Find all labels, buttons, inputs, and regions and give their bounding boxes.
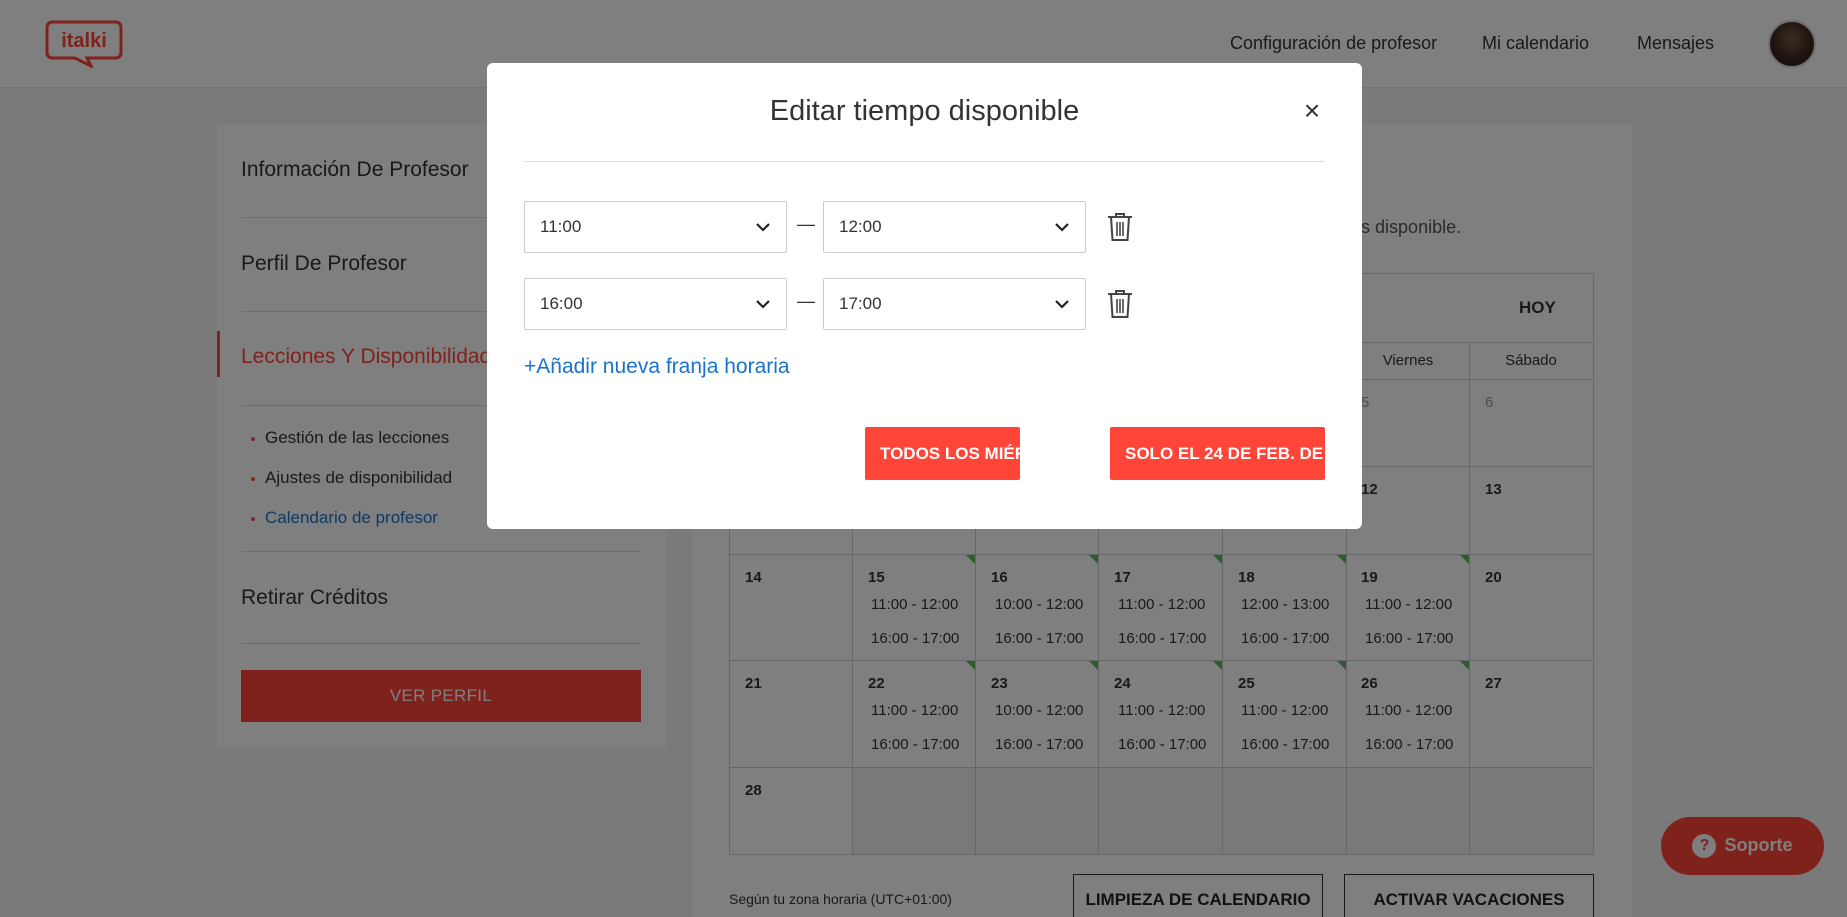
trash-icon[interactable]	[1106, 212, 1134, 242]
trash-icon[interactable]	[1106, 289, 1134, 319]
chevron-down-icon	[756, 223, 770, 232]
end-time-select[interactable]: 12:00	[823, 201, 1086, 253]
apply-only-date-button[interactable]: SOLO EL 24 DE FEB. DE	[1110, 427, 1325, 480]
add-time-slot-link[interactable]: +Añadir nueva franja horaria	[524, 355, 790, 379]
end-time-select[interactable]: 17:00	[823, 278, 1086, 330]
range-separator: —	[797, 291, 815, 311]
start-time-value: 16:00	[540, 294, 583, 313]
apply-every-wednesday-button[interactable]: TODOS LOS MIÉRCOLES	[865, 427, 1086, 480]
start-time-select[interactable]: 11:00	[524, 201, 787, 253]
start-time-select[interactable]: 16:00	[524, 278, 787, 330]
modal-divider	[524, 161, 1325, 162]
modal-title: Editar tiempo disponible	[769, 95, 1080, 127]
end-time-value: 12:00	[839, 217, 882, 236]
chevron-down-icon	[1055, 223, 1069, 232]
close-icon[interactable]: ×	[1299, 97, 1325, 125]
range-separator: —	[797, 214, 815, 234]
chevron-down-icon	[756, 300, 770, 309]
end-time-value: 17:00	[839, 294, 882, 313]
start-time-value: 11:00	[540, 217, 582, 236]
edit-availability-modal: Editar tiempo disponible × 11:00 — 12:00…	[487, 63, 1362, 529]
chevron-down-icon	[1055, 300, 1069, 309]
